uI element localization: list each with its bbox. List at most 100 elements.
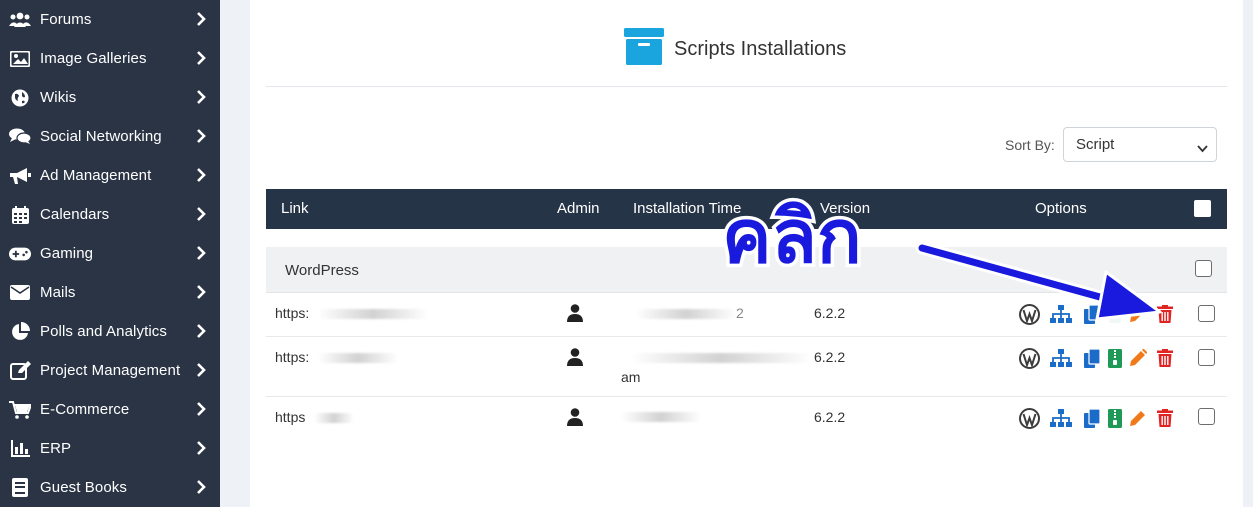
- row-options: [1017, 347, 1177, 369]
- wordpress-icon[interactable]: [1017, 347, 1042, 369]
- sidebar-item-social-networking[interactable]: Social Networking: [0, 117, 220, 156]
- sort-by-select[interactable]: Script: [1063, 127, 1217, 162]
- column-header-admin: Admin: [557, 200, 600, 217]
- sidebar-item-ad-management[interactable]: Ad Management: [0, 156, 220, 195]
- clone-icon[interactable]: [1079, 407, 1104, 429]
- sidebar-item-label: Social Networking: [40, 128, 162, 145]
- sitemap-icon[interactable]: [1048, 347, 1073, 369]
- sidebar-item-calendars[interactable]: Calendars: [0, 195, 220, 234]
- installation-link[interactable]: https: [275, 409, 305, 425]
- redacted-text: [318, 353, 398, 363]
- envelope-icon: [9, 284, 31, 302]
- table-footer-space: [266, 440, 1227, 496]
- sidebar-item-label: Wikis: [40, 89, 77, 106]
- redacted-text: [621, 412, 701, 422]
- sitemap-icon[interactable]: [1048, 407, 1073, 429]
- pie-chart-icon: [9, 322, 31, 341]
- admin-user-icon[interactable]: [567, 348, 583, 369]
- comments-icon: [9, 128, 31, 146]
- annotation-arrow-icon: [915, 241, 1162, 321]
- bar-chart-icon: [9, 440, 31, 458]
- column-header-link: Link: [281, 200, 309, 217]
- chevron-right-icon: [196, 480, 206, 498]
- sidebar-item-forums[interactable]: Forums: [0, 0, 220, 39]
- sidebar-item-erp[interactable]: ERP: [0, 429, 220, 468]
- backup-archive-icon[interactable]: [1102, 347, 1127, 369]
- edit-pencil-icon[interactable]: [1125, 407, 1150, 429]
- chevron-down-icon: [1197, 140, 1208, 157]
- admin-user-icon[interactable]: [567, 408, 583, 429]
- image-icon: [9, 50, 31, 68]
- clone-icon[interactable]: [1079, 347, 1104, 369]
- installation-time-fragment: 2: [736, 305, 744, 321]
- users-icon: [9, 11, 31, 29]
- row-select-checkbox[interactable]: [1198, 408, 1215, 425]
- annotation-click-text: คลิก: [719, 194, 866, 280]
- archive-box-icon: [624, 28, 664, 70]
- book-icon: [9, 478, 31, 497]
- sidebar-item-label: Ad Management: [40, 167, 152, 184]
- wordpress-icon[interactable]: [1017, 407, 1042, 429]
- sidebar-item-e-commerce[interactable]: E-Commerce: [0, 390, 220, 429]
- chevron-right-icon: [196, 168, 206, 186]
- sidebar-item-label: E-Commerce: [40, 401, 130, 418]
- sort-by-label: Sort By:: [1005, 137, 1055, 153]
- redacted-text: [631, 353, 811, 363]
- sidebar-item-wikis[interactable]: Wikis: [0, 78, 220, 117]
- installation-link[interactable]: https:: [275, 349, 309, 365]
- edit-pencil-icon[interactable]: [1125, 347, 1150, 369]
- divider: [266, 86, 1227, 87]
- chevron-right-icon: [196, 285, 206, 303]
- sidebar-item-label: ERP: [40, 440, 72, 457]
- chevron-right-icon: [196, 207, 206, 225]
- megaphone-icon: [9, 167, 31, 185]
- chevron-right-icon: [196, 324, 206, 342]
- calendar-icon: [9, 205, 31, 224]
- sidebar-item-label: Image Galleries: [40, 50, 147, 67]
- redacted-text: [636, 309, 736, 319]
- sidebar-item-guest-books[interactable]: Guest Books: [0, 468, 220, 507]
- column-header-options: Options: [1035, 200, 1087, 217]
- globe-icon: [9, 89, 31, 107]
- sidebar-item-project-management[interactable]: Project Management: [0, 351, 220, 390]
- sidebar-item-label: Mails: [40, 284, 76, 301]
- cart-icon: [9, 400, 31, 419]
- sort-by-value: Script: [1076, 136, 1115, 153]
- sidebar-item-label: Guest Books: [40, 479, 127, 496]
- version-value: 6.2.2: [814, 349, 846, 365]
- sidebar-item-label: Calendars: [40, 206, 110, 223]
- table-row: https: am 6.2.2: [266, 337, 1227, 397]
- page-title: Scripts Installations: [674, 37, 847, 60]
- trash-icon[interactable]: [1152, 347, 1177, 369]
- gamepad-icon: [9, 245, 31, 263]
- chevron-right-icon: [196, 246, 206, 264]
- sidebar-item-label: Project Management: [40, 362, 181, 379]
- sidebar-item-image-galleries[interactable]: Image Galleries: [0, 39, 220, 78]
- chevron-right-icon: [196, 441, 206, 459]
- version-value: 6.2.2: [814, 409, 846, 425]
- sidebar-item-polls-and-analytics[interactable]: Polls and Analytics: [0, 312, 220, 351]
- chevron-right-icon: [196, 51, 206, 69]
- installation-link[interactable]: https:: [275, 305, 309, 321]
- select-all-checkbox[interactable]: [1194, 200, 1211, 217]
- sidebar: Forums Image Galleries Wikis Social Netw…: [0, 0, 220, 507]
- row-select-checkbox[interactable]: [1198, 349, 1215, 366]
- script-group-name: WordPress: [285, 262, 359, 279]
- admin-user-icon[interactable]: [567, 304, 583, 325]
- chevron-right-icon: [196, 363, 206, 381]
- trash-icon[interactable]: [1152, 407, 1177, 429]
- redacted-text: [314, 413, 354, 423]
- chevron-right-icon: [196, 90, 206, 108]
- sidebar-item-gaming[interactable]: Gaming: [0, 234, 220, 273]
- row-options: [1017, 407, 1177, 429]
- table-row: https 6.2.2: [266, 397, 1227, 440]
- installation-time-suffix: am: [621, 369, 641, 385]
- backup-archive-icon[interactable]: [1102, 407, 1127, 429]
- chevron-right-icon: [196, 402, 206, 420]
- sidebar-item-mails[interactable]: Mails: [0, 273, 220, 312]
- sidebar-item-label: Forums: [40, 11, 92, 28]
- chevron-right-icon: [196, 129, 206, 147]
- edit-icon: [9, 361, 31, 380]
- redacted-text: [318, 309, 428, 319]
- row-select-checkbox[interactable]: [1198, 305, 1215, 322]
